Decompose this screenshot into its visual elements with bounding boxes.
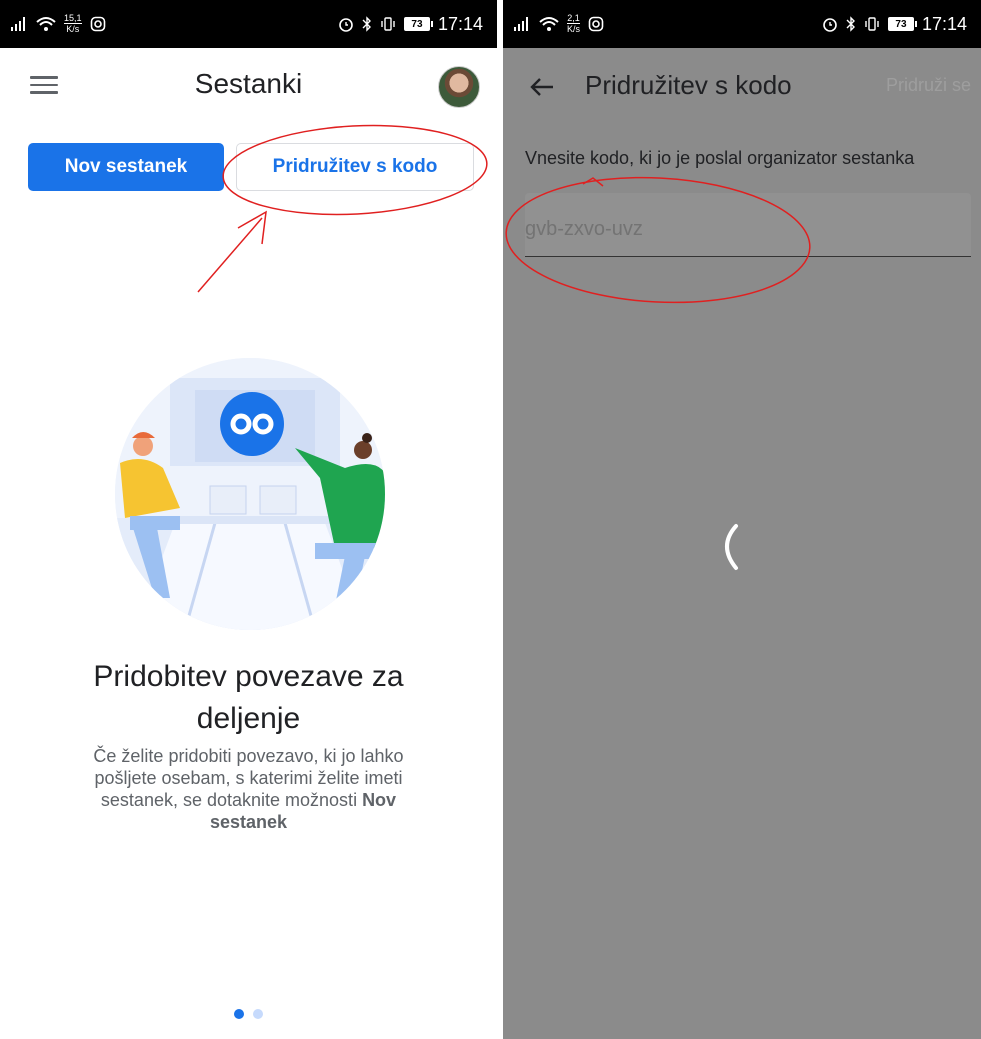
bluetooth-icon [846,16,855,32]
meeting-code-value: gvb-zxvo-uvz [525,218,643,240]
page-title: Sestanki [194,68,303,99]
new-meeting-button[interactable]: Nov sestanek [28,143,224,191]
status-bar: 2,1 K/s 73 17:14 [503,0,981,48]
battery-indicator: 73 [887,17,917,31]
instagram-icon [588,16,604,32]
vibrate-icon [865,17,879,31]
alarm-icon [339,18,353,32]
signal-icon [514,17,528,31]
wifi-icon [36,17,56,31]
signal-icon [11,17,25,31]
app-bar: Pridružitev s kodo Pridruži se [503,48,981,124]
wifi-icon [539,17,559,31]
annotation-arrowhead [237,210,267,245]
back-arrow-icon[interactable] [527,72,557,102]
meet-home-screen: 15,1 K/s 73 17:14 Sestanki Nov sestanek … [0,0,497,1039]
meeting-illustration [115,358,385,630]
join-button[interactable]: Pridruži se [886,75,971,96]
page-title: Pridružitev s kodo [585,70,792,100]
pager-dot-active[interactable] [234,1009,244,1019]
status-time: 17:14 [921,13,967,34]
battery-indicator: 73 [403,17,433,31]
loading-spinner-icon [725,524,738,570]
annotation-arrow [197,217,263,293]
avatar[interactable] [438,66,480,108]
promo-description: Če želite pridobiti povezavo, ki jo lahk… [93,746,404,832]
alarm-icon [823,18,837,32]
code-instructions: Vnesite kodo, ki jo je poslal organizato… [525,148,915,168]
join-with-code-button[interactable]: Pridružitev s kodo [236,143,474,191]
network-speed: 2,1 K/s [567,13,581,34]
bluetooth-icon [362,16,371,32]
status-time: 17:14 [437,13,483,34]
link-icon [220,392,284,456]
pager-indicator [0,1009,497,1019]
network-speed: 15,1 K/s [64,13,82,34]
annotation-stroke [582,177,604,187]
promo-title: Pridobitev povezave za deljenje [93,660,404,735]
pager-dot[interactable] [253,1009,263,1019]
vibrate-icon [381,17,395,31]
instagram-icon [90,16,105,32]
join-with-code-screen: 2,1 K/s 73 17:14 Pridružitev s kodo Prid… [503,0,981,1039]
status-bar: 15,1 K/s 73 17:14 [0,0,497,48]
app-bar: Sestanki [0,48,497,124]
